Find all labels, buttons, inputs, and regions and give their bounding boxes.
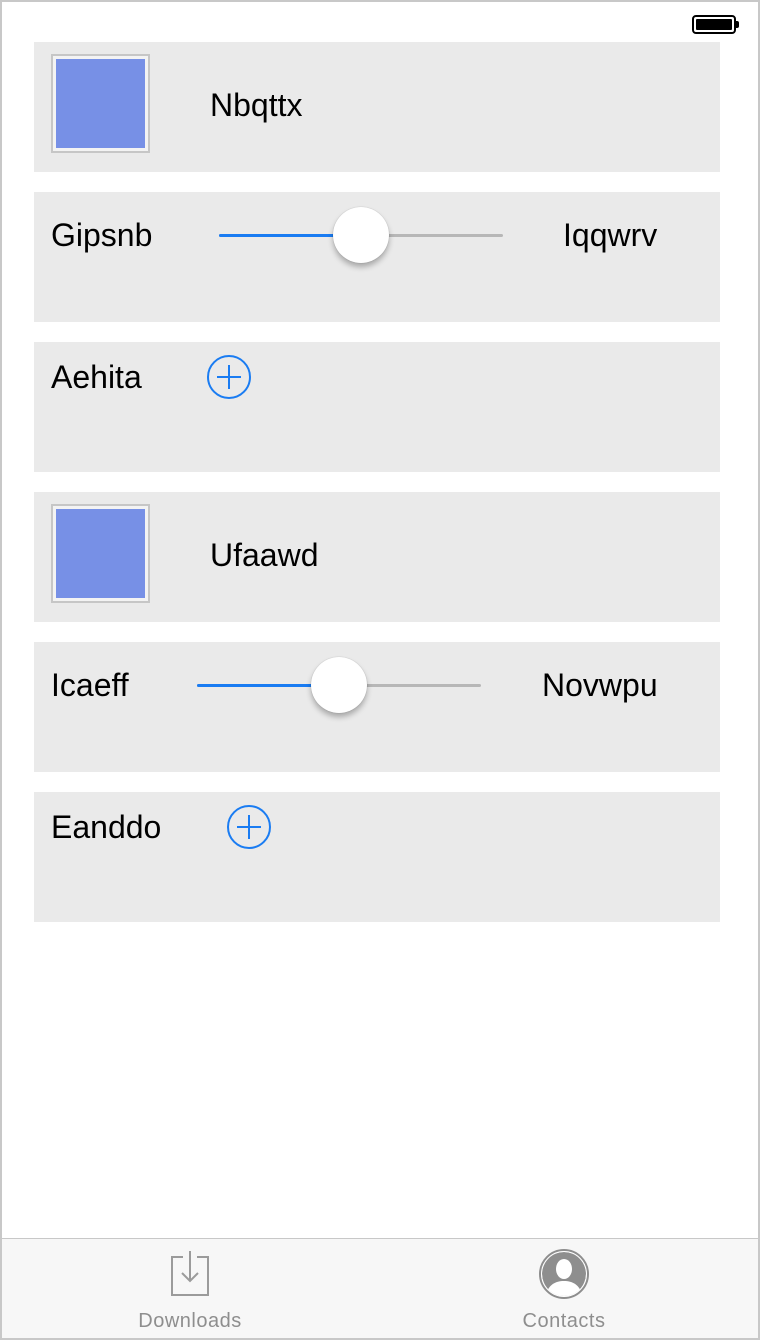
item-label: Nbqttx [210, 87, 303, 123]
item-label: Ufaawd [210, 537, 319, 573]
contacts-icon [539, 1249, 589, 1299]
value-slider[interactable] [197, 655, 481, 715]
tab-bar: Downloads Contacts [2, 1238, 758, 1338]
value-slider[interactable] [219, 205, 503, 265]
slider-max-label: Iqqwrv [563, 217, 658, 253]
slider-thumb[interactable] [311, 657, 367, 713]
slider-thumb[interactable] [333, 207, 389, 263]
color-swatch[interactable] [51, 504, 150, 603]
app-screen: Nbqttx Gipsnb Iqqwrv Aehita Ufaawd Icaef… [0, 0, 760, 1340]
add-button[interactable] [206, 354, 252, 400]
slider-max-label: Novwpu [542, 667, 658, 703]
downloads-icon [171, 1251, 209, 1296]
battery-icon [692, 15, 739, 34]
list-item-add: Eanddo [34, 792, 720, 922]
battery-fill [696, 19, 732, 30]
slider-min-label: Icaeff [51, 667, 129, 703]
color-swatch-fill [56, 59, 145, 148]
item-label: Eanddo [51, 809, 162, 845]
tab-label: Contacts [522, 1310, 606, 1332]
slider-min-label: Gipsnb [51, 217, 153, 253]
list-item-add: Aehita [34, 342, 720, 472]
plus-circle-icon [227, 805, 271, 849]
tab-label: Downloads [138, 1310, 242, 1332]
color-swatch-fill [56, 509, 145, 598]
item-label: Aehita [51, 359, 142, 395]
list-item-slider: Icaeff Novwpu [34, 642, 720, 772]
add-button[interactable] [226, 804, 272, 850]
plus-circle-icon [207, 355, 251, 399]
list-item-slider: Gipsnb Iqqwrv [34, 192, 720, 322]
tab-downloads[interactable]: Downloads [92, 1239, 288, 1338]
list-item-color[interactable]: Nbqttx [34, 42, 720, 172]
tab-contacts[interactable]: Contacts [466, 1239, 662, 1338]
color-swatch[interactable] [51, 54, 150, 153]
list-item-color[interactable]: Ufaawd [34, 492, 720, 622]
